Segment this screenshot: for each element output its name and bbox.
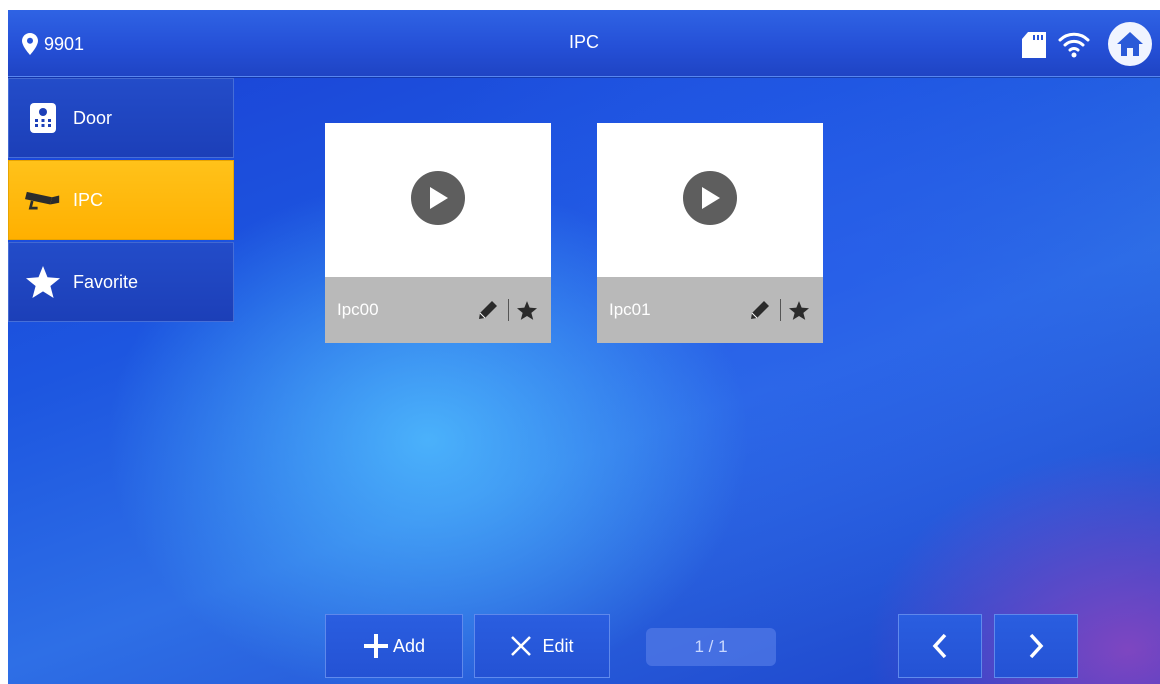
location-pin-icon [22, 33, 38, 55]
page-indicator: 1 / 1 [646, 628, 776, 666]
ipc-screen: 9901 IPC Door IPC Favorite Ipc00 Ipc01 A… [8, 10, 1160, 684]
chevron-right-icon [1029, 633, 1044, 659]
edit-mode-button[interactable]: Edit [474, 614, 610, 678]
play-button[interactable] [683, 171, 737, 225]
card-footer: Ipc00 [325, 277, 551, 343]
next-page-button[interactable] [994, 614, 1078, 678]
ipc-name: Ipc01 [609, 300, 651, 319]
sidebar-item-favorite[interactable]: Favorite [8, 242, 234, 322]
add-button-label: Add [392, 635, 426, 656]
add-button[interactable]: Add [325, 614, 463, 678]
pencil-icon [479, 301, 497, 319]
door-station-icon [25, 100, 61, 136]
sidebar-item-label: Door [73, 107, 113, 128]
edit-button-label: Edit [542, 635, 574, 656]
ipc-card[interactable]: Ipc01 [597, 123, 823, 343]
play-icon [702, 187, 720, 209]
favorite-button[interactable] [515, 300, 539, 320]
sidebar-item-label: Favorite [73, 271, 139, 292]
page-title: IPC [568, 32, 599, 52]
camera-icon [25, 182, 61, 218]
star-icon [517, 300, 537, 320]
edit-button[interactable] [474, 299, 502, 321]
sidebar: Door IPC Favorite [8, 78, 234, 324]
ipc-name: Ipc00 [337, 300, 379, 319]
sd-card-icon [1022, 32, 1046, 58]
home-button[interactable] [1108, 22, 1152, 66]
close-icon [511, 636, 532, 656]
ipc-card[interactable]: Ipc00 [325, 123, 551, 343]
location-label: 9901 [44, 33, 85, 54]
home-icon [1117, 32, 1143, 56]
card-footer: Ipc01 [597, 277, 823, 343]
plus-icon [363, 634, 388, 658]
sidebar-item-door[interactable]: Door [8, 78, 234, 158]
chevron-left-icon [932, 633, 947, 659]
play-button[interactable] [411, 171, 465, 225]
sidebar-item-ipc[interactable]: IPC [8, 160, 234, 240]
prev-page-button[interactable] [898, 614, 982, 678]
star-icon [789, 300, 809, 320]
play-icon [430, 187, 448, 209]
divider [780, 299, 781, 321]
pencil-icon [751, 301, 769, 319]
favorite-button[interactable] [787, 300, 811, 320]
top-bar: 9901 IPC [8, 10, 1160, 77]
location-indicator: 9901 [22, 32, 84, 56]
star-icon [25, 264, 61, 300]
edit-button[interactable] [746, 299, 774, 321]
sidebar-item-label: IPC [73, 189, 104, 210]
divider [508, 299, 509, 321]
wifi-icon [1058, 32, 1090, 58]
